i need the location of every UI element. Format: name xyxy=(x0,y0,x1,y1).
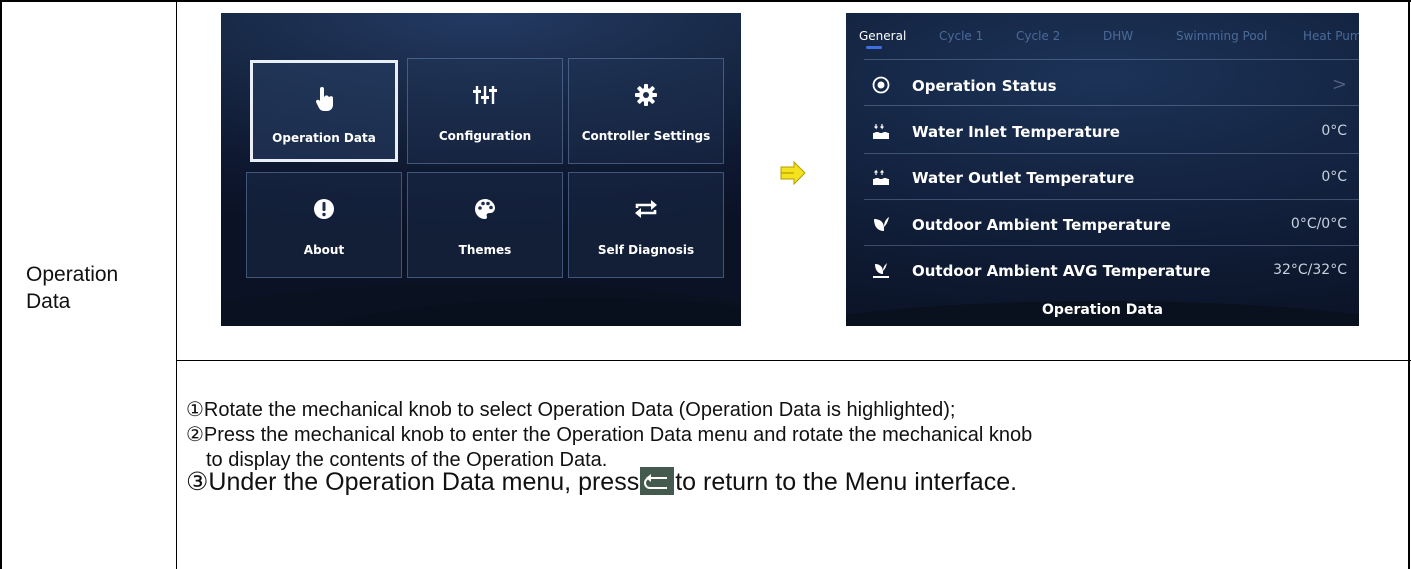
list-row-outdoor-ambient[interactable]: Outdoor Ambient Temperature 0°C/0°C xyxy=(864,206,1359,244)
leaf-avg-icon xyxy=(873,263,889,278)
sliders-icon xyxy=(408,81,562,109)
list-row-water-outlet[interactable]: Water Outlet Temperature 0°C xyxy=(864,159,1359,197)
list-row-water-inlet[interactable]: Water Inlet Temperature 0°C xyxy=(864,113,1359,151)
table-border-right xyxy=(1408,0,1410,569)
tile-label: Themes xyxy=(458,243,512,257)
list-row-outdoor-ambient-avg[interactable]: Outdoor Ambient AVG Temperature 32°C/32°… xyxy=(864,252,1359,290)
tile-configuration[interactable]: Configuration xyxy=(407,58,563,164)
row-divider xyxy=(864,245,1359,246)
row-label: Outdoor Ambient AVG Temperature xyxy=(912,262,1211,280)
table-border-top xyxy=(0,0,1411,2)
row-value: 0°C/0°C xyxy=(1290,216,1347,232)
list-row-operation-status[interactable]: Operation Status > xyxy=(864,67,1359,105)
instruction-step-1: ①Rotate the mechanical knob to select Op… xyxy=(186,399,956,421)
tab-heat-pump[interactable]: Heat Pum xyxy=(1303,29,1359,43)
palette-icon xyxy=(408,195,562,223)
water-inlet-icon xyxy=(873,124,889,139)
tab-dhw[interactable]: DHW xyxy=(1103,29,1133,43)
gear-icon xyxy=(569,81,723,109)
instruction-step-2: ②Press the mechanical knob to enter the … xyxy=(186,424,1033,446)
row-value: 0°C xyxy=(1321,169,1347,185)
row-divider xyxy=(176,360,1411,361)
row-divider xyxy=(864,59,1359,60)
transition-arrow-icon xyxy=(780,160,806,191)
row-label: Outdoor Ambient Temperature xyxy=(912,216,1171,234)
tab-swimming-pool[interactable]: Swimming Pool xyxy=(1176,29,1267,43)
tab-bar: General Cycle 1 Cycle 2 DHW Swimming Poo… xyxy=(846,13,1359,57)
swap-arrows-icon xyxy=(569,195,723,223)
radio-target-icon xyxy=(872,76,890,94)
exclamation-circle-icon xyxy=(247,195,401,223)
row-divider xyxy=(864,199,1359,200)
water-outlet-icon xyxy=(873,169,889,185)
row-value: 0°C xyxy=(1321,123,1347,139)
hand-pointer-icon xyxy=(253,85,395,113)
tile-label: Self Diagnosis xyxy=(597,243,695,257)
screen-title: Operation Data xyxy=(1042,302,1163,318)
menu-screen: Operation Data Configuration Controller … xyxy=(221,13,741,326)
row-label: Operation Status xyxy=(912,77,1057,95)
row-value: 32°C/32°C xyxy=(1273,262,1347,278)
tile-about[interactable]: About xyxy=(246,172,402,278)
instruction-step-3-end: to return to the Menu interface. xyxy=(675,468,1018,496)
row-label: Water Inlet Temperature xyxy=(912,123,1120,141)
active-tab-indicator xyxy=(866,46,882,49)
table-border-left xyxy=(0,0,2,569)
tile-label: Operation Data xyxy=(272,131,376,145)
instruction-step-3-start: ③Under the Operation Data menu, press xyxy=(186,468,640,496)
row-label: Water Outlet Temperature xyxy=(912,169,1135,187)
tile-operation-data[interactable]: Operation Data xyxy=(250,60,398,162)
tile-label: Configuration xyxy=(438,129,532,143)
column-divider xyxy=(176,0,177,569)
detail-screen: General Cycle 1 Cycle 2 DHW Swimming Poo… xyxy=(846,13,1359,326)
row-label: Operation Data xyxy=(26,263,119,313)
back-button-icon xyxy=(640,467,675,496)
tab-cycle-1[interactable]: Cycle 1 xyxy=(939,29,983,43)
instruction-step-3: ③Under the Operation Data menu, press to … xyxy=(186,467,1017,497)
tile-self-diagnosis[interactable]: Self Diagnosis xyxy=(568,172,724,278)
tile-themes[interactable]: Themes xyxy=(407,172,563,278)
tile-label: Controller Settings xyxy=(581,129,711,143)
tab-general[interactable]: General xyxy=(859,29,906,43)
chevron-right-icon: > xyxy=(1331,74,1347,95)
row-divider xyxy=(864,105,1359,106)
row-divider xyxy=(864,153,1359,154)
tile-label: About xyxy=(303,243,345,257)
leaf-icon xyxy=(874,217,889,231)
tab-cycle-2[interactable]: Cycle 2 xyxy=(1016,29,1060,43)
tile-controller-settings[interactable]: Controller Settings xyxy=(568,58,724,164)
